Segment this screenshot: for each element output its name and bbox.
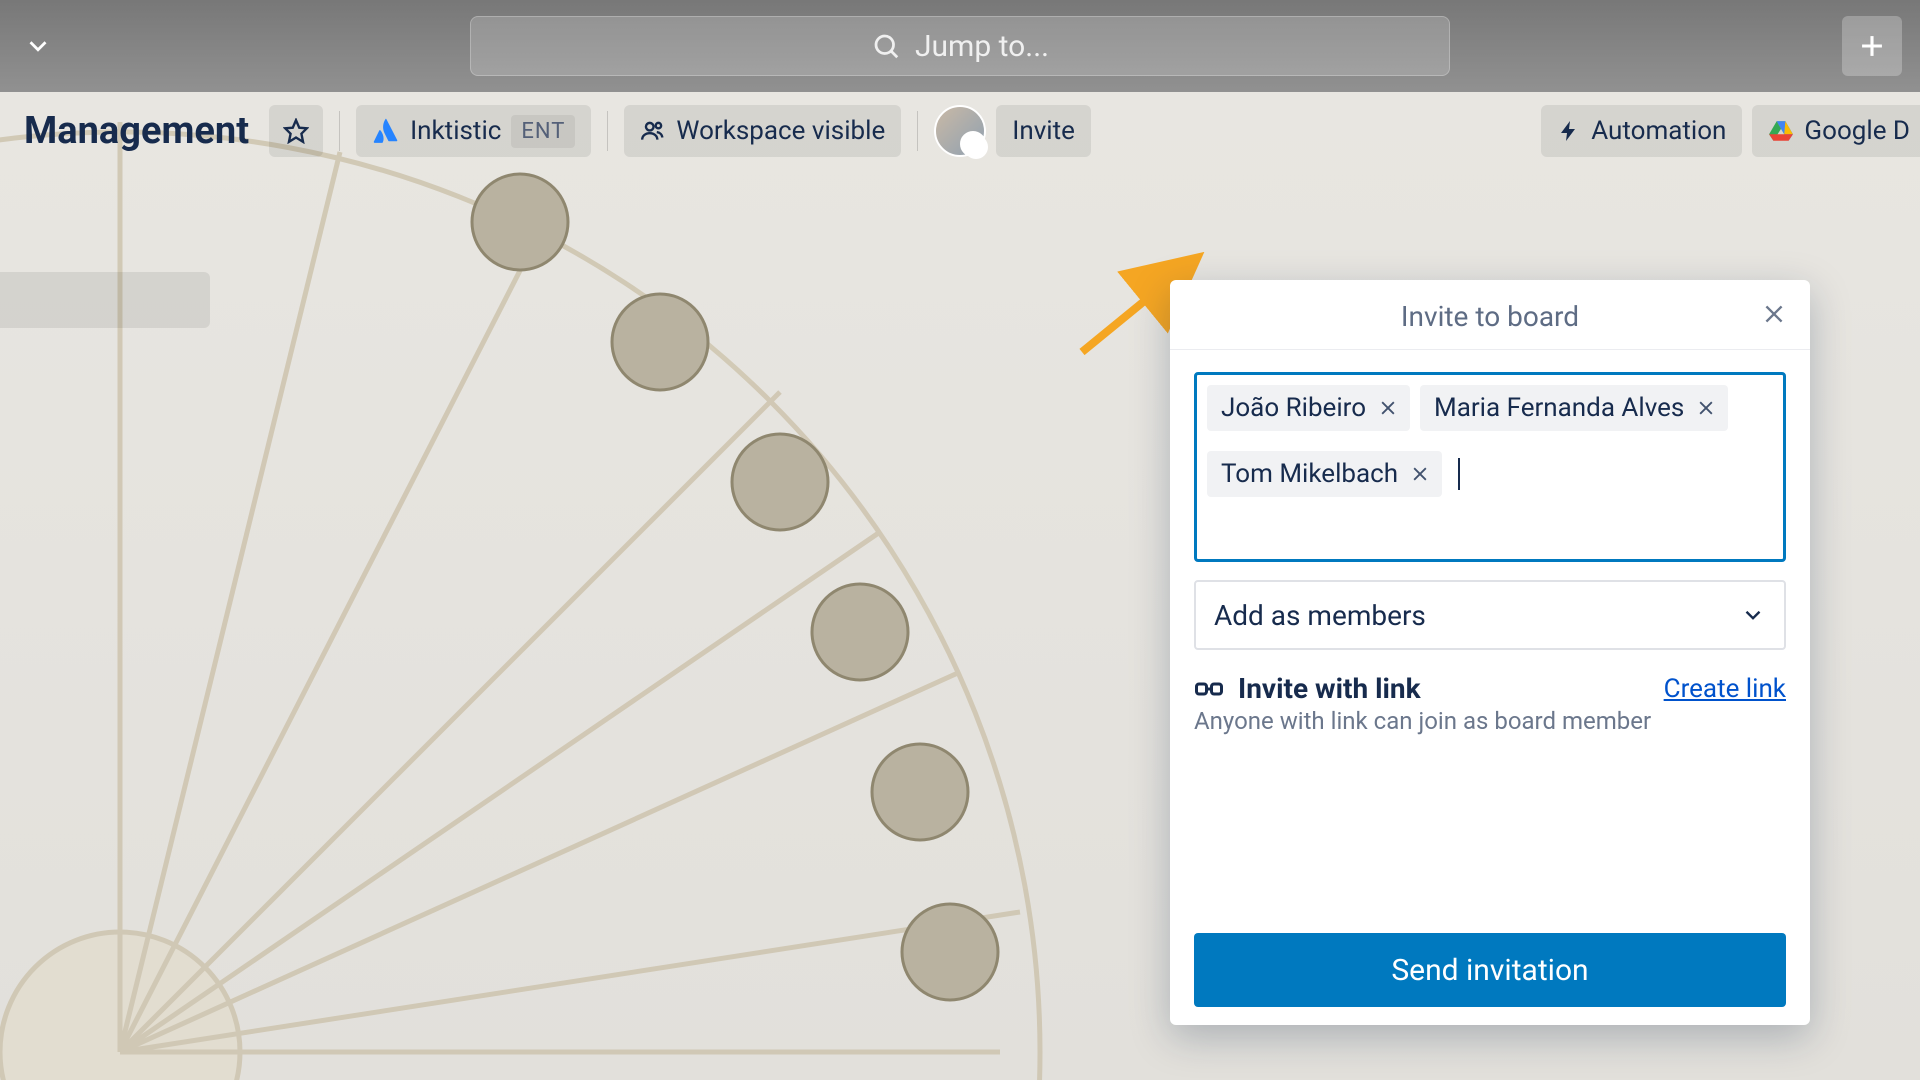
list-placeholder[interactable] [0, 272, 210, 328]
chip-remove[interactable] [1408, 462, 1432, 486]
divider [607, 111, 608, 151]
visibility-label: Workspace visible [676, 116, 885, 146]
invite-label: Invite [1012, 116, 1075, 146]
people-icon [640, 118, 666, 144]
chip-label: Maria Fernanda Alves [1434, 393, 1684, 423]
plus-icon [1855, 29, 1889, 63]
invite-link-subtitle: Anyone with link can join as board membe… [1194, 707, 1786, 735]
visibility-button[interactable]: Workspace visible [624, 105, 901, 157]
app-topbar: Jump to... [0, 0, 1920, 92]
automation-button[interactable]: Automation [1541, 105, 1742, 157]
create-link[interactable]: Create link [1664, 674, 1786, 704]
link-icon [1194, 674, 1224, 704]
google-drive-icon [1768, 118, 1794, 144]
chip-remove[interactable] [1376, 396, 1400, 420]
role-select[interactable]: Add as members [1194, 580, 1786, 650]
star-button[interactable] [269, 105, 323, 157]
board-title[interactable]: Management [14, 103, 259, 159]
automation-label: Automation [1591, 116, 1726, 146]
org-badge: ENT [511, 115, 575, 148]
bolt-icon [1557, 119, 1581, 143]
close-icon [1761, 301, 1787, 327]
jump-to-placeholder: Jump to... [915, 29, 1049, 64]
close-icon [1378, 398, 1398, 418]
text-caret [1458, 458, 1460, 490]
popover-body: João Ribeiro Maria Fernanda Alves Tom Mi… [1170, 350, 1810, 933]
send-invitation-button[interactable]: Send invitation [1194, 933, 1786, 1007]
popover-header: Invite to board [1170, 280, 1810, 350]
board-toolbar: Management Inktistic ENT Workspace visib… [0, 92, 1920, 170]
member-chip: João Ribeiro [1207, 385, 1410, 431]
chip-label: Tom Mikelbach [1221, 459, 1398, 489]
member-avatar[interactable] [934, 105, 986, 157]
google-drive-label: Google D [1804, 116, 1910, 146]
member-chip: Tom Mikelbach [1207, 451, 1442, 497]
popover-title: Invite to board [1401, 300, 1579, 333]
board-area: Management Inktistic ENT Workspace visib… [0, 92, 1920, 1080]
invite-link-title: Invite with link [1238, 672, 1421, 705]
member-chip: Maria Fernanda Alves [1420, 385, 1728, 431]
atlassian-icon [372, 117, 400, 145]
close-icon [1410, 464, 1430, 484]
google-drive-button[interactable]: Google D [1752, 105, 1920, 157]
chip-label: João Ribeiro [1221, 393, 1366, 423]
search-icon [871, 31, 901, 61]
invite-button[interactable]: Invite [996, 105, 1091, 157]
chip-remove[interactable] [1694, 396, 1718, 420]
divider [917, 111, 918, 151]
org-name: Inktistic [410, 116, 501, 146]
avatar-badge-icon [964, 135, 988, 159]
menu-dropdown-icon[interactable] [18, 26, 58, 66]
jump-to-search[interactable]: Jump to... [470, 16, 1450, 76]
invite-members-input[interactable]: João Ribeiro Maria Fernanda Alves Tom Mi… [1194, 372, 1786, 562]
invite-link-row: Invite with link Create link [1194, 668, 1786, 705]
close-icon [1696, 398, 1716, 418]
chevron-down-icon [1740, 602, 1766, 628]
create-button[interactable] [1842, 16, 1902, 76]
org-button[interactable]: Inktistic ENT [356, 105, 591, 157]
role-select-label: Add as members [1214, 599, 1426, 632]
star-icon [283, 118, 309, 144]
divider [339, 111, 340, 151]
invite-popover: Invite to board João Ribeiro Maria Ferna… [1170, 280, 1810, 1025]
close-button[interactable] [1758, 298, 1790, 330]
